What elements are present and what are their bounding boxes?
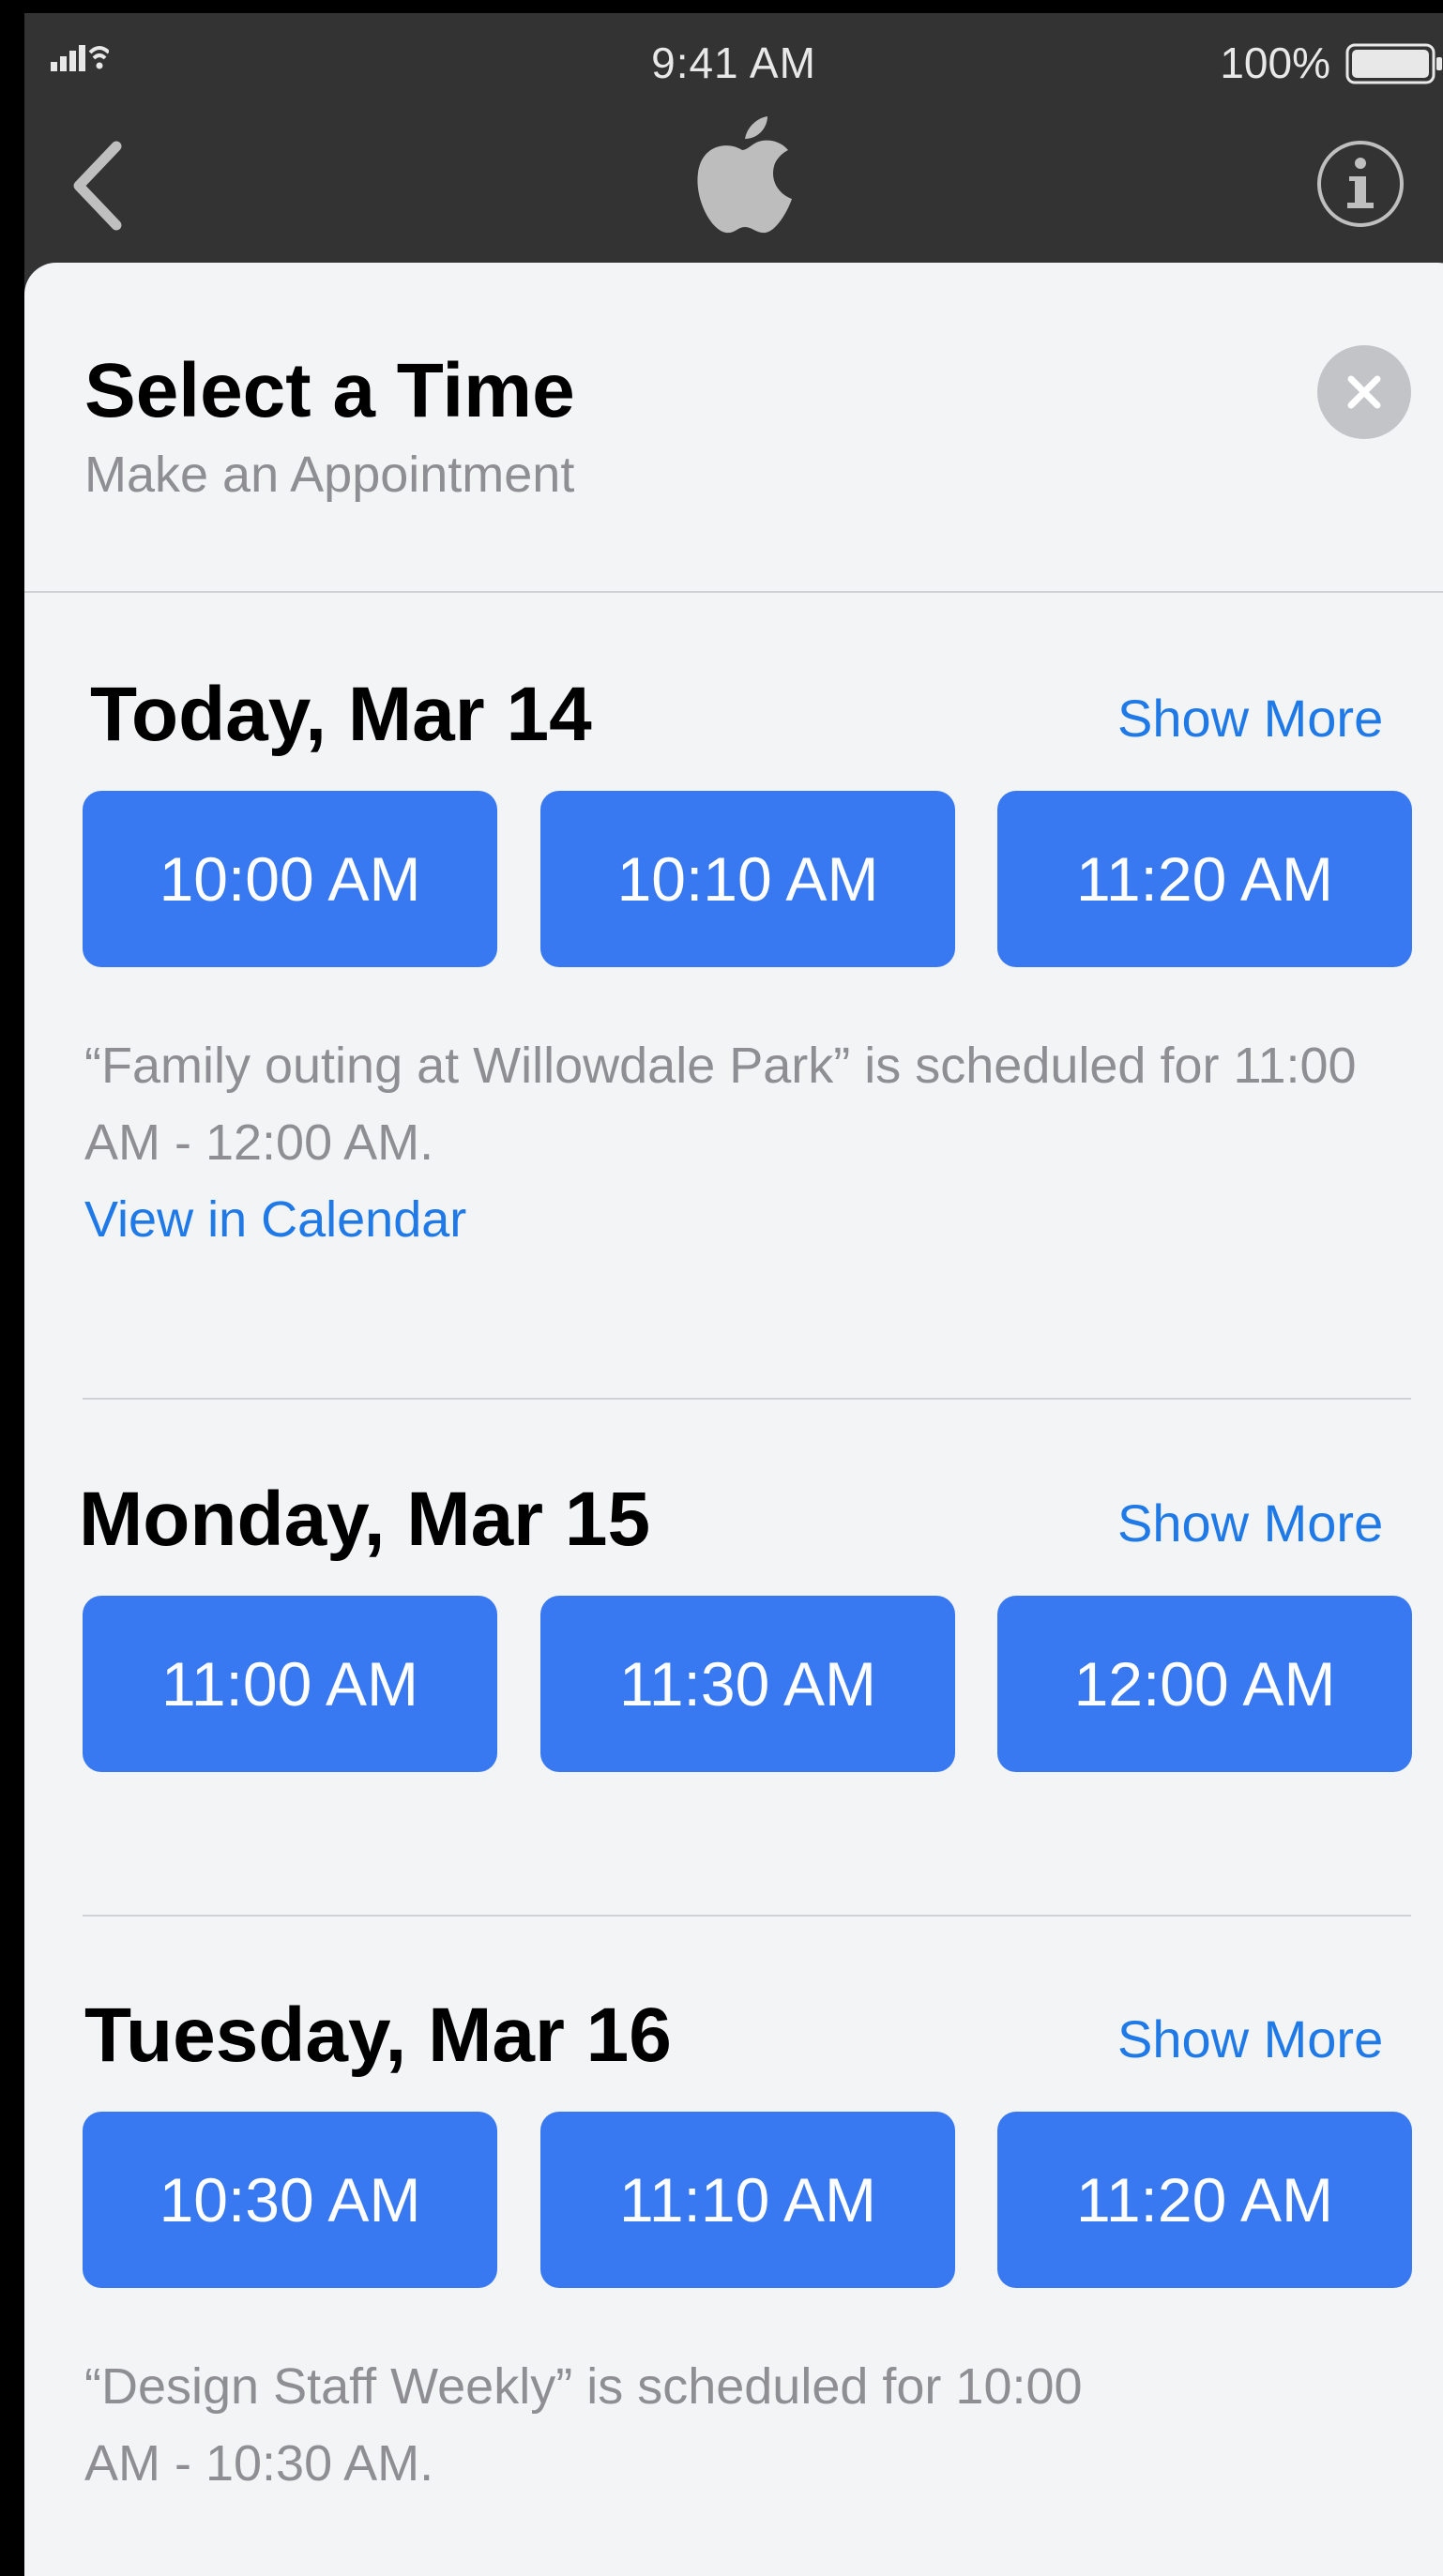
appointment-sheet: Select a Time Make an Appointment Today,…	[24, 263, 1443, 2576]
close-button[interactable]	[1317, 345, 1411, 439]
show-more-link[interactable]: Show More	[1117, 2008, 1383, 2069]
app-screen: 9:41 AM 100% Select a Time Make an Appoi…	[0, 0, 1443, 2576]
conflict-notice: “Design Staff Weekly” is scheduled for 1…	[84, 2348, 1116, 2502]
time-slot-button[interactable]: 11:20 AM	[997, 2112, 1412, 2288]
time-slot-button[interactable]: 11:30 AM	[540, 1596, 955, 1772]
conflict-text: “Family outing at Willowdale Park” is sc…	[84, 1038, 1357, 1171]
show-more-link[interactable]: Show More	[1117, 688, 1383, 749]
section-divider	[83, 1915, 1411, 1917]
view-in-calendar-link[interactable]: View in Calendar	[84, 1191, 466, 1248]
conflict-notice: “Family outing at Willowdale Park” is sc…	[84, 1027, 1417, 1258]
device-frame-top	[0, 0, 1443, 13]
chevron-left-icon[interactable]	[62, 139, 137, 233]
battery-percent: 100%	[1220, 38, 1330, 87]
time-slot-button[interactable]: 11:10 AM	[540, 2112, 955, 2288]
time-slot-button[interactable]: 12:00 AM	[997, 1596, 1412, 1772]
day-title: Monday, Mar 15	[79, 1477, 651, 1562]
status-bar: 9:41 AM 100%	[24, 13, 1443, 107]
close-icon	[1347, 375, 1381, 409]
time-slot-button[interactable]: 10:30 AM	[83, 2112, 497, 2288]
time-slot-button[interactable]: 10:10 AM	[540, 791, 955, 967]
conflict-text: “Design Staff Weekly” is scheduled for 1…	[84, 2358, 1083, 2492]
day-title: Today, Mar 14	[90, 672, 592, 757]
sheet-title: Select a Time	[84, 348, 575, 433]
time-slot-button[interactable]: 11:00 AM	[83, 1596, 497, 1772]
apple-logo-icon	[697, 116, 792, 234]
header-divider	[24, 591, 1443, 593]
navigation-bar	[24, 113, 1443, 253]
battery-icon	[1345, 43, 1442, 84]
section-divider	[83, 1398, 1411, 1400]
show-more-link[interactable]: Show More	[1117, 1493, 1383, 1553]
time-slot-button[interactable]: 11:20 AM	[997, 791, 1412, 967]
time-slot-button[interactable]: 10:00 AM	[83, 791, 497, 967]
device-frame-left	[0, 0, 24, 2576]
info-icon[interactable]	[1315, 139, 1405, 229]
sheet-subtitle: Make an Appointment	[84, 447, 575, 503]
day-title: Tuesday, Mar 16	[84, 1993, 672, 2078]
